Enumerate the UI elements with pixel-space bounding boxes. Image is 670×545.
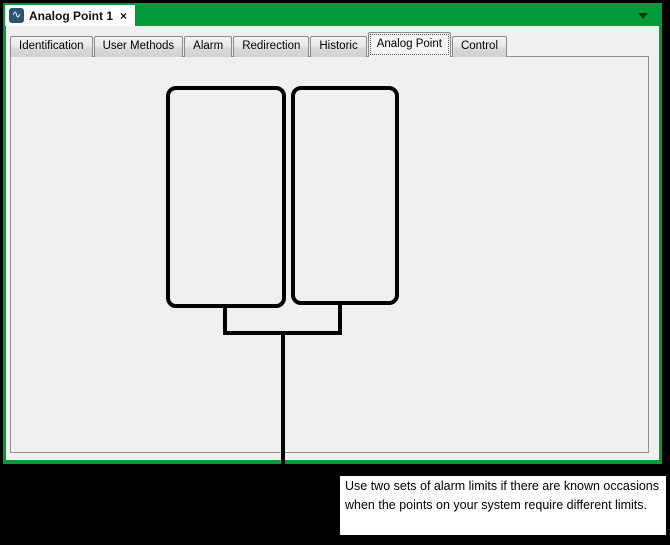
tab-alarm[interactable]: Alarm	[184, 36, 232, 57]
screen: ∿ Analog Point 1 × IdentificationUser Me…	[0, 0, 670, 545]
callout-note: Use two sets of alarm limits if there ar…	[340, 476, 666, 535]
annotation-box-limit-set-1	[166, 86, 286, 308]
sine-wave-icon: ∿	[9, 8, 24, 23]
tab-identification[interactable]: Identification	[10, 36, 93, 57]
tab-strip: IdentificationUser MethodsAlarmRedirecti…	[10, 35, 508, 57]
tab-redirection[interactable]: Redirection	[233, 36, 309, 57]
window-menu-arrow-icon[interactable]	[638, 13, 648, 19]
tab-control[interactable]: Control	[452, 36, 507, 57]
tab-analog-point[interactable]: Analog Point	[368, 32, 451, 57]
close-icon[interactable]: ×	[120, 9, 127, 23]
annotation-connector-drop	[281, 334, 285, 465]
tab-user-methods[interactable]: User Methods	[94, 36, 184, 57]
document-tab[interactable]: ∿ Analog Point 1 ×	[5, 5, 135, 26]
document-tab-title: Analog Point 1	[29, 9, 113, 23]
tab-historic[interactable]: Historic	[310, 36, 366, 57]
annotation-box-limit-set-2	[291, 86, 399, 305]
